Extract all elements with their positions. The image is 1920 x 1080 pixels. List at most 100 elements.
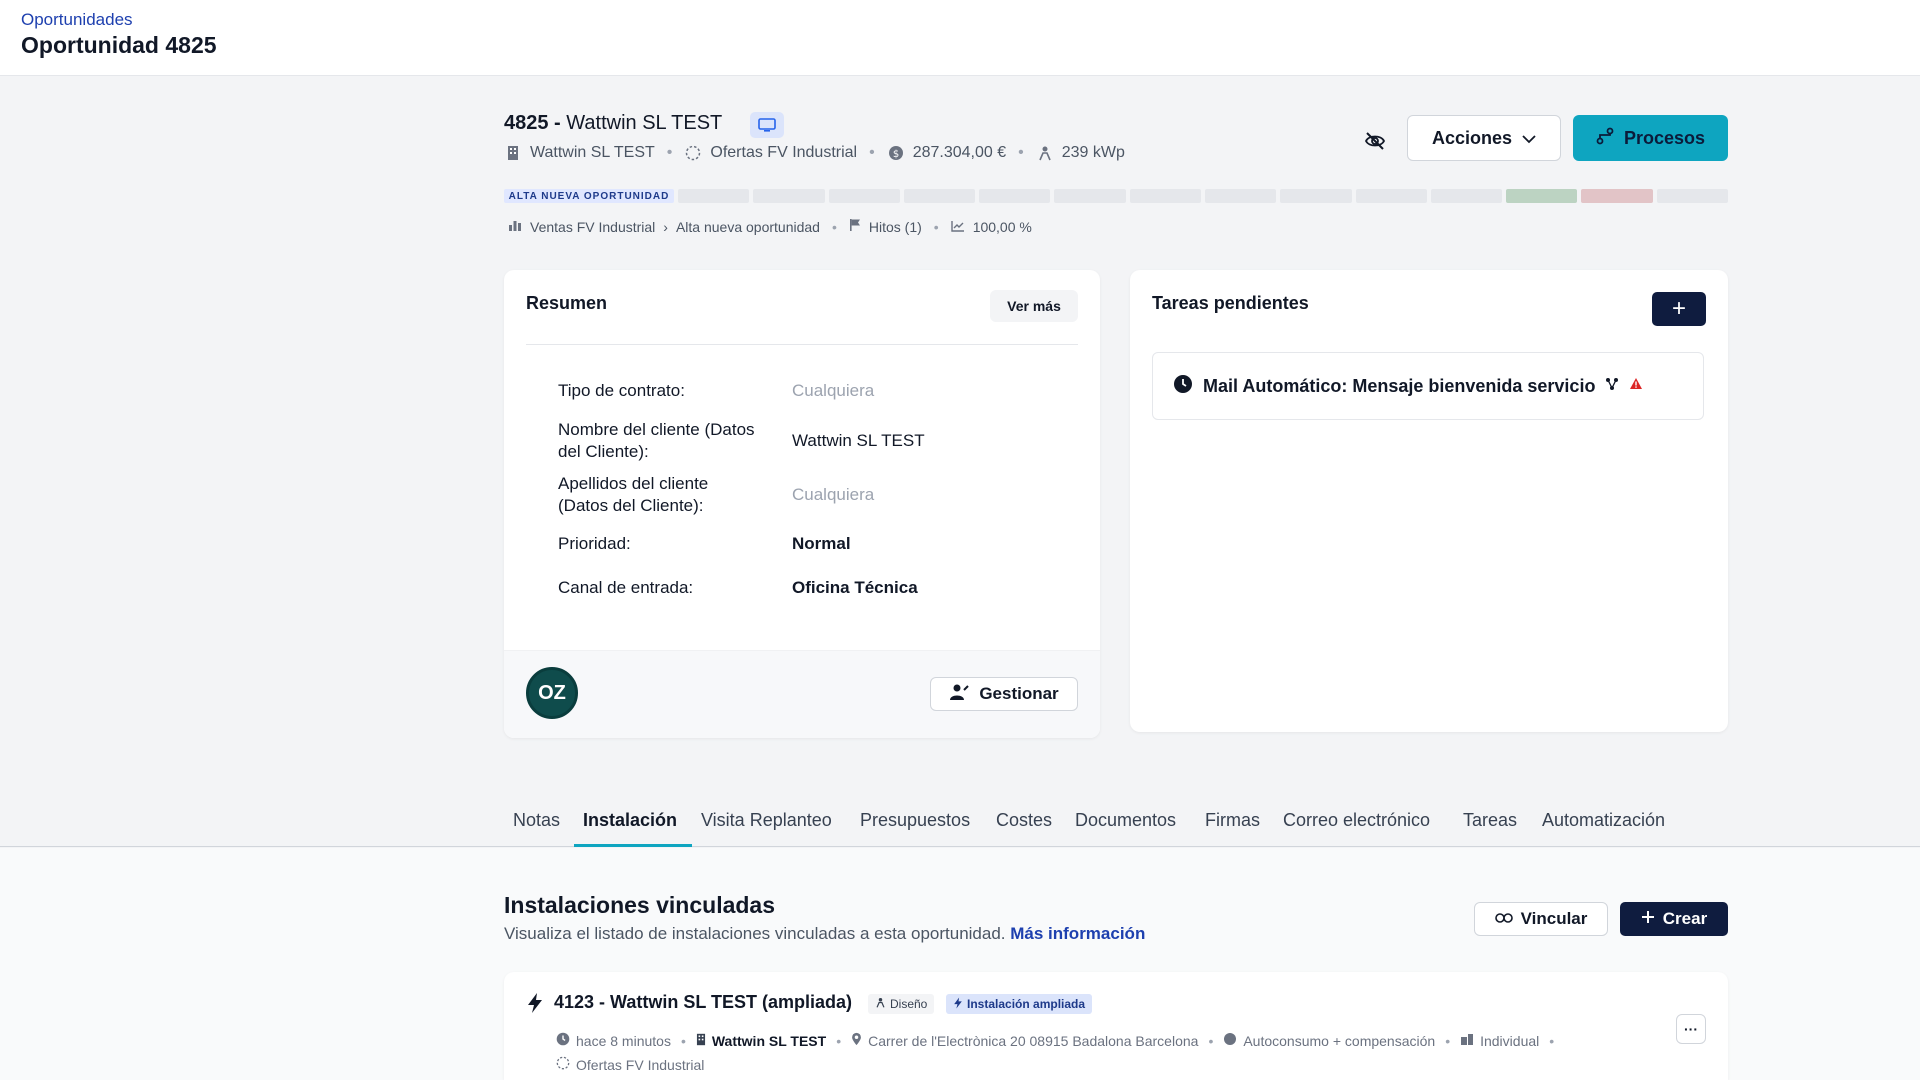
link-icon [1494,909,1513,929]
gestionar-button[interactable]: Gestionar [930,677,1078,711]
tasks-card: Tareas pendientes + Mail Automático: Men… [1130,270,1728,732]
globe-icon [1223,1032,1237,1049]
divider [526,344,1078,345]
field-value: Wattwin SL TEST [792,431,925,450]
meta-offer: Ofertas FV Industrial [710,144,858,161]
tab-correo-electronico[interactable]: Correo electrónico [1283,810,1430,831]
tab-visita-replanteo[interactable]: Visita Replanteo [701,810,832,831]
stage-segment[interactable] [1355,189,1427,203]
stage-segment[interactable] [1430,189,1503,203]
summary-footer: OZ Gestionar [504,650,1100,738]
summary-card: Resumen Ver más Tipo de contrato: Cualqu… [504,270,1100,738]
tab-firmas[interactable]: Firmas [1205,810,1260,831]
opportunity-title: 4825 - Wattwin SL TEST [504,112,722,135]
probability: 100,00 % [972,218,1032,235]
stage-segment[interactable] [979,189,1051,203]
coin-icon: $ [887,144,905,162]
field-label: Tipo de contrato: [558,381,685,400]
breadcrumb-oportunidades[interactable]: Oportunidades [21,10,133,30]
installation-meta-offer: Ofertas FV Industrial [556,1056,704,1073]
hide-eye-icon[interactable] [1358,124,1392,158]
milestones[interactable]: Hitos (1) [869,219,922,235]
building-icon [696,1033,706,1049]
field-label: Apellidos del cliente (Datos del Cliente… [558,474,709,515]
installations-title: Instalaciones vinculadas [504,892,776,918]
stage-progress-bar: ALTA NUEVA OPORTUNIDAD [504,189,1728,203]
field-label: Canal de entrada: [558,578,694,597]
summary-title: Resumen [526,293,608,313]
stage-segment[interactable] [903,189,976,203]
trend-icon [950,219,965,235]
add-task-button[interactable]: + [1652,292,1706,326]
field-label: Prioridad: [558,534,631,553]
process-icon [1596,127,1614,150]
stage-segment[interactable] [828,189,900,203]
plus-icon [1641,909,1655,929]
stage-segment[interactable] [1129,189,1201,203]
more-options-button[interactable]: ··· [1676,1014,1706,1044]
opportunity-id: 4825 - [504,112,561,134]
top-bar: Oportunidades Oportunidad 4825 [0,0,1920,76]
clock-icon [1173,374,1193,399]
pipeline-stage: Alta nueva oportunidad [675,218,820,235]
stage-segment-won[interactable] [1506,189,1578,203]
pipeline-name: Ventas FV Industrial [530,218,656,235]
dashed-circle-icon [684,144,702,162]
warning-icon [1629,377,1643,395]
installations-section: Instalaciones vinculadas Visualiza el li… [0,848,1920,1080]
location-pin-icon [851,1032,862,1049]
tag-design: Diseño [868,994,935,1014]
mas-informacion-link[interactable]: Más información [1010,924,1145,943]
task-item[interactable]: Mail Automático: Mensaje bienvenida serv… [1152,352,1704,420]
avatar[interactable]: OZ [526,667,578,719]
bar-chart-icon [508,218,522,235]
clock-icon [556,1032,570,1049]
flag-icon [849,218,861,235]
installation-card[interactable]: 4123 - Wattwin SL TEST (ampliada) Diseño… [504,972,1728,1080]
svg-text:$: $ [893,149,899,160]
stage-segment[interactable] [678,189,750,203]
tasks-title: Tareas pendientes [1152,293,1309,313]
field-value: Cualquiera [792,381,875,400]
opportunity-name: Wattwin SL TEST [566,112,723,134]
tab-documentos[interactable]: Documentos [1075,810,1176,831]
stage-label[interactable]: ALTA NUEVA OPORTUNIDAD [504,189,674,203]
monitor-icon[interactable] [750,112,784,138]
bolt-icon [526,992,544,1019]
pipeline-info: Ventas FV Industrial › Alta nueva oportu… [508,218,1032,235]
tab-instalacion[interactable]: Instalación [583,810,677,831]
meta-amount: 287.304,00 € [912,144,1007,161]
page-title: Oportunidad 4825 [21,32,217,58]
active-tab-indicator [574,844,692,847]
house-icon [1460,1033,1474,1049]
tab-notas[interactable]: Notas [513,810,560,831]
acciones-button[interactable]: Acciones [1407,115,1561,161]
chevron-down-icon [1522,128,1536,149]
tag-installation-type: Instalación ampliada [946,994,1093,1014]
stage-segment[interactable] [1054,189,1126,203]
dashed-circle-icon [556,1056,570,1073]
ver-mas-button[interactable]: Ver más [990,290,1078,322]
solar-worker-icon [1036,144,1054,162]
stage-segment[interactable] [753,189,825,203]
tab-presupuestos[interactable]: Presupuestos [860,810,970,831]
meta-power: 239 kWp [1061,144,1125,161]
tab-tareas[interactable]: Tareas [1463,810,1517,831]
building-icon [504,144,522,162]
crear-button[interactable]: Crear [1620,902,1728,936]
stage-segment[interactable] [1280,189,1352,203]
stage-segment[interactable] [1656,189,1728,203]
installation-name[interactable]: 4123 - Wattwin SL TEST (ampliada) [554,992,852,1013]
meta-company: Wattwin SL TEST [530,144,655,161]
tab-automatizacion[interactable]: Automatización [1542,810,1665,831]
stage-segment-lost[interactable] [1581,189,1653,203]
vincular-button[interactable]: Vincular [1474,902,1608,936]
tab-costes[interactable]: Costes [996,810,1052,831]
procesos-button[interactable]: Procesos [1573,115,1728,161]
task-title: Mail Automático: Mensaje bienvenida serv… [1203,375,1596,396]
installation-meta: hace 8 minutos • Wattwin SL TEST • Carre… [556,1032,1558,1049]
stage-segment[interactable] [1204,189,1277,203]
field-value: Normal [792,534,851,553]
user-manage-icon [949,683,970,706]
bolt-icon [953,997,963,1012]
